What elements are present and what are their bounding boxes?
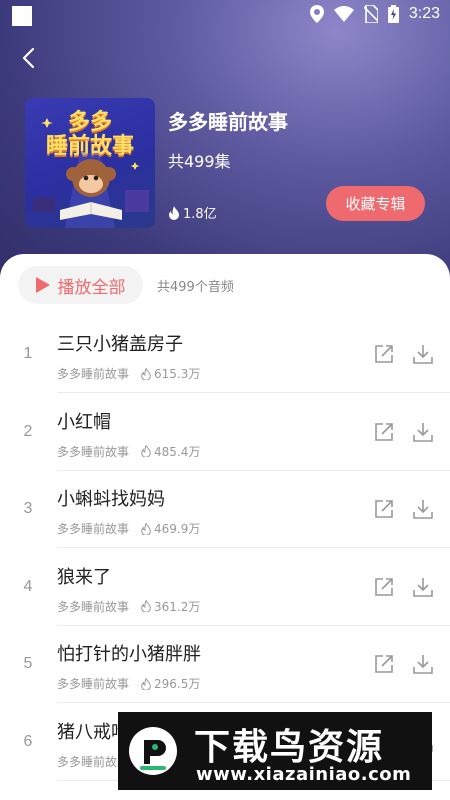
audio-count: 共499个音频 <box>157 280 234 295</box>
play-icon <box>35 277 50 293</box>
bird-logo-icon <box>129 727 177 775</box>
track-author: 多多睡前故事 <box>57 522 130 536</box>
track-row[interactable]: 4 狼来了多多睡前故事 361.2万 <box>0 549 450 626</box>
track-meta: 多多睡前故事 361.2万 <box>57 598 200 615</box>
track-plays-value: 485.4万 <box>154 444 201 459</box>
track-author: 多多睡前故事 <box>57 444 130 459</box>
track-plays: 469.9万 <box>141 520 200 537</box>
favorite-album-button[interactable]: 收藏专辑 <box>326 186 425 221</box>
track-plays-value: 615.3万 <box>154 367 201 381</box>
back-arrow-icon[interactable] <box>18 46 42 70</box>
track-meta: 多多睡前故事 485.4万 <box>57 443 200 460</box>
download-icon[interactable] <box>412 343 434 365</box>
status-bar: 3:23 <box>0 0 450 32</box>
track-author: 多多睡前故 <box>57 754 118 769</box>
play-all-button[interactable]: 播放全部 <box>18 266 143 304</box>
share-icon[interactable] <box>373 653 395 675</box>
download-icon[interactable] <box>412 498 434 520</box>
status-icons: 3:23 <box>309 5 440 23</box>
album-title: 多多睡前故事 <box>168 110 288 134</box>
album-episode-count: 共499集 <box>168 152 231 171</box>
no-sim-icon <box>363 5 378 23</box>
track-index: 1 <box>23 345 33 362</box>
battery-charging-icon <box>387 5 399 23</box>
track-plays: 485.4万 <box>141 443 200 460</box>
flame-outline-icon <box>141 600 151 612</box>
watermark-url: www.xiazainiao.com <box>196 764 412 785</box>
track-index: 5 <box>23 655 33 672</box>
track-index: 4 <box>23 577 33 595</box>
wifi-icon <box>333 6 354 22</box>
track-plays-value: 469.9万 <box>154 522 201 536</box>
track-meta: 多多睡前故事 615.3万 <box>57 365 200 382</box>
track-row[interactable]: 5 怕打针的小猪胖胖多多睡前故事 296.5万 <box>0 626 450 703</box>
play-all-label: 播放全部 <box>57 277 126 298</box>
location-icon <box>309 5 324 23</box>
track-title: 三只小猪盖房子 <box>57 334 183 355</box>
track-author: 多多睡前故事 <box>57 677 130 691</box>
watermark-title: 下载鸟资源 <box>194 727 385 768</box>
track-title: 小蝌蚪找妈妈 <box>57 489 165 510</box>
flame-outline-icon <box>141 445 151 457</box>
download-icon[interactable] <box>412 653 434 675</box>
track-plays-value: 296.5万 <box>154 677 201 691</box>
flame-outline-icon <box>141 522 151 535</box>
album-play-count-value: 1.8亿 <box>183 207 217 222</box>
track-row[interactable]: 2 小红帽多多睡前故事 485.4万 <box>0 394 450 471</box>
track-row[interactable]: 1 三只小猪盖房子多多睡前故事 615.3万 <box>0 316 450 393</box>
track-index: 6 <box>23 732 33 750</box>
monkey-illustration-icon <box>33 118 149 228</box>
share-icon[interactable] <box>373 576 395 598</box>
track-author: 多多睡前故事 <box>57 599 130 614</box>
download-icon[interactable] <box>412 576 434 598</box>
share-icon[interactable] <box>373 421 395 443</box>
track-meta: 多多睡前故事 296.5万 <box>57 675 200 692</box>
flame-icon <box>169 205 179 220</box>
album-cover[interactable]: 多多 睡前故事 <box>25 98 155 228</box>
share-icon[interactable] <box>373 498 395 520</box>
track-plays: 296.5万 <box>141 675 200 692</box>
track-author: 多多睡前故事 <box>57 367 130 381</box>
status-time: 3:23 <box>408 5 440 22</box>
flame-outline-icon <box>141 677 151 690</box>
track-meta: 多多睡前故事 469.9万 <box>57 520 200 537</box>
track-index: 2 <box>23 422 33 440</box>
track-plays: 361.2万 <box>141 598 200 615</box>
track-plays-value: 361.2万 <box>154 599 201 614</box>
track-title: 怕打针的小猪胖胖 <box>57 644 201 665</box>
flame-outline-icon <box>141 367 151 380</box>
watermark-banner: 下载鸟资源 www.xiazainiao.com <box>118 712 432 790</box>
track-title: 狼来了 <box>57 566 111 588</box>
track-row[interactable]: 3 小蝌蚪找妈妈多多睡前故事 469.9万 <box>0 471 450 548</box>
notification-icon <box>12 6 32 26</box>
track-title: 小红帽 <box>57 411 111 433</box>
album-play-count: 1.8亿 <box>168 203 217 222</box>
download-icon[interactable] <box>412 421 434 443</box>
share-icon[interactable] <box>373 343 395 365</box>
track-plays: 615.3万 <box>141 365 200 382</box>
track-index: 3 <box>23 500 33 517</box>
